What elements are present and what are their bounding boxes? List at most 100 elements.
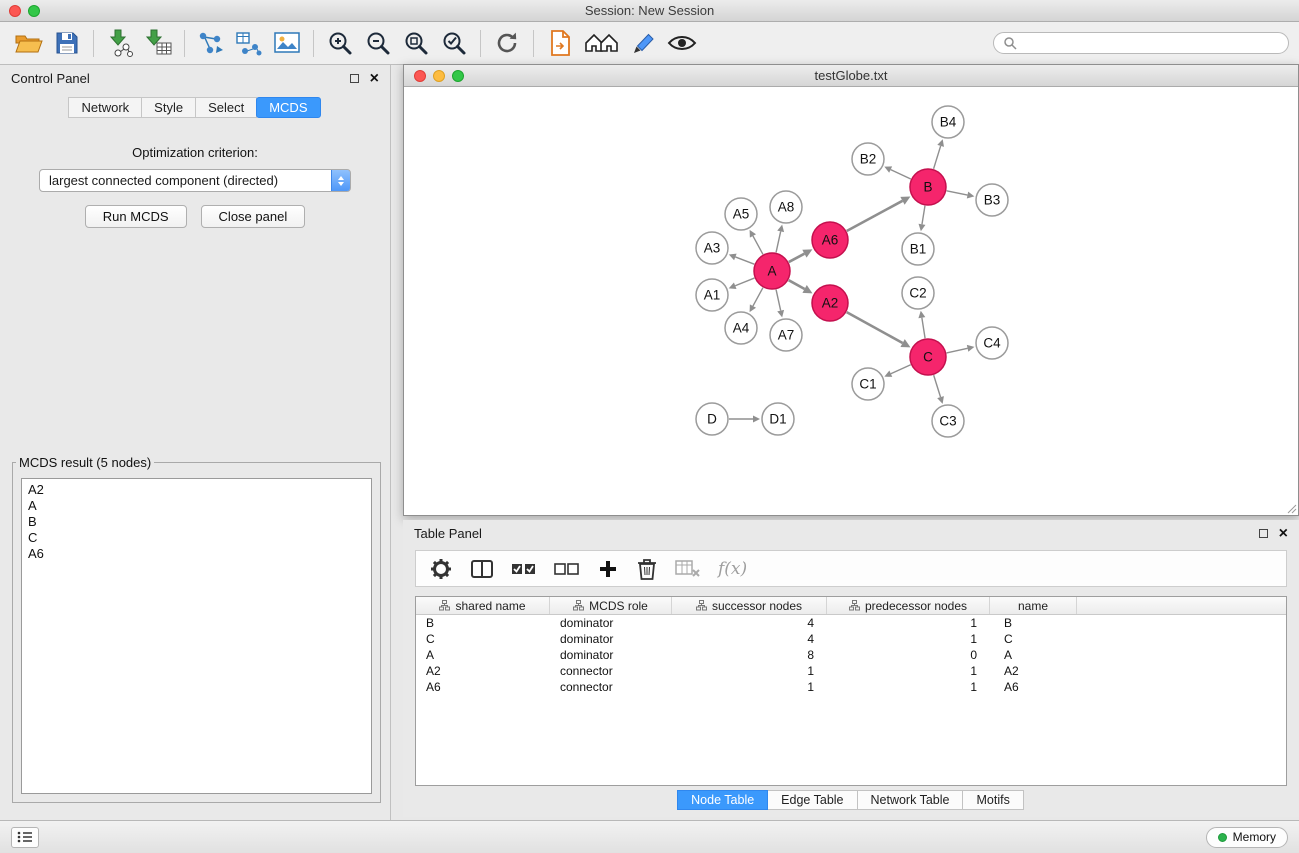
table-cell[interactable]: C xyxy=(416,631,550,647)
deselect-all-columns-button[interactable] xyxy=(554,559,580,579)
tab-node-table[interactable]: Node Table xyxy=(677,790,768,810)
zoom-in-button[interactable] xyxy=(321,26,359,60)
tab-select[interactable]: Select xyxy=(195,97,257,118)
graph-edge-C-C2[interactable] xyxy=(922,318,925,339)
open-session-button[interactable] xyxy=(10,26,48,60)
table-cell[interactable]: A2 xyxy=(990,663,1077,679)
graph-node-B[interactable]: B xyxy=(910,169,946,205)
table-cell[interactable]: dominator xyxy=(550,631,672,647)
graph-node-C2[interactable]: C2 xyxy=(902,277,934,309)
window-titlebar[interactable]: Session: New Session xyxy=(0,0,1299,22)
graph-node-B1[interactable]: B1 xyxy=(902,233,934,265)
network-zoom-button[interactable] xyxy=(452,70,464,82)
graph-node-A[interactable]: A xyxy=(754,253,790,289)
dropdown-stepper-icon[interactable] xyxy=(331,169,351,192)
zoom-out-button[interactable] xyxy=(359,26,397,60)
graph-node-C4[interactable]: C4 xyxy=(976,327,1008,359)
close-panel-icon[interactable]: × xyxy=(370,73,379,85)
graph-node-C1[interactable]: C1 xyxy=(852,368,884,400)
table-cell[interactable]: 4 xyxy=(672,615,827,631)
mcds-result-item[interactable]: A xyxy=(28,498,365,514)
graph-edge-A-A6[interactable] xyxy=(789,254,805,262)
graph-edge-A-A2[interactable] xyxy=(789,280,805,289)
graph-edge-C-C4[interactable] xyxy=(947,348,968,353)
graph-node-A2[interactable]: A2 xyxy=(812,285,848,321)
resize-grip-icon[interactable] xyxy=(1285,502,1297,514)
table-cell[interactable]: A xyxy=(416,647,550,663)
graph-node-B4[interactable]: B4 xyxy=(932,106,964,138)
function-builder-button[interactable]: f(x) xyxy=(718,559,747,579)
network-view-window[interactable]: testGlobe.txt B4B2BB3A5A8A6B1A3AC2A1A2A4… xyxy=(403,64,1299,516)
table-cell[interactable]: connector xyxy=(550,679,672,695)
float-panel-icon[interactable] xyxy=(350,74,359,83)
graph-node-B3[interactable]: B3 xyxy=(976,184,1008,216)
graph-node-A7[interactable]: A7 xyxy=(770,319,802,351)
tab-style[interactable]: Style xyxy=(141,97,196,118)
mcds-result-list[interactable]: A2ABCA6 xyxy=(21,478,372,794)
search-input[interactable] xyxy=(1022,36,1279,51)
graph-node-C[interactable]: C xyxy=(910,339,946,375)
select-all-columns-button[interactable] xyxy=(511,559,537,579)
graph-edge-A-A5[interactable] xyxy=(753,236,763,254)
zoom-window-button[interactable] xyxy=(28,5,40,17)
mcds-result-item[interactable]: B xyxy=(28,514,365,530)
table-cell[interactable]: A2 xyxy=(416,663,550,679)
graph-edge-A-A3[interactable] xyxy=(735,257,754,264)
graph-edge-B-B4[interactable] xyxy=(934,146,941,169)
network-close-button[interactable] xyxy=(414,70,426,82)
graph-edge-A-A8[interactable] xyxy=(776,231,781,252)
delete-column-button[interactable] xyxy=(636,557,658,581)
run-mcds-button[interactable]: Run MCDS xyxy=(85,205,187,228)
tab-network-table[interactable]: Network Table xyxy=(857,790,964,810)
network-graph[interactable]: B4B2BB3A5A8A6B1A3AC2A1A2A4A7C4CC1C3DD1 xyxy=(405,88,1297,514)
delete-table-button[interactable] xyxy=(675,558,701,580)
mcds-result-item[interactable]: A6 xyxy=(28,546,365,562)
home-button[interactable] xyxy=(579,26,625,60)
mcds-result-item[interactable]: C xyxy=(28,530,365,546)
export-table-button[interactable] xyxy=(230,26,268,60)
graph-edge-A6-B[interactable] xyxy=(847,201,903,231)
graph-edge-B-B1[interactable] xyxy=(922,206,925,225)
graph-edge-A2-C[interactable] xyxy=(847,312,903,343)
table-row[interactable]: A2connector11A2 xyxy=(416,663,1286,679)
graph-edge-C-C1[interactable] xyxy=(891,365,911,374)
graph-edge-B-B3[interactable] xyxy=(947,191,968,195)
table-cell[interactable]: 1 xyxy=(827,631,990,647)
graph-node-B2[interactable]: B2 xyxy=(852,143,884,175)
network-minimize-button[interactable] xyxy=(433,70,445,82)
node-table[interactable]: shared name MCDS role successor nodes pr… xyxy=(415,596,1287,786)
graph-node-A5[interactable]: A5 xyxy=(725,198,757,230)
graph-node-A4[interactable]: A4 xyxy=(725,312,757,344)
tab-mcds[interactable]: MCDS xyxy=(256,97,320,118)
table-cell[interactable]: dominator xyxy=(550,647,672,663)
graph-edge-C-C3[interactable] xyxy=(934,375,941,397)
network-window-titlebar[interactable]: testGlobe.txt xyxy=(404,65,1298,87)
save-session-button[interactable] xyxy=(48,26,86,60)
column-header[interactable]: successor nodes xyxy=(672,597,827,614)
column-header[interactable]: predecessor nodes xyxy=(827,597,990,614)
close-window-button[interactable] xyxy=(9,5,21,17)
graph-node-C3[interactable]: C3 xyxy=(932,405,964,437)
graph-edge-A-A1[interactable] xyxy=(735,278,754,286)
export-image-button[interactable] xyxy=(268,26,306,60)
graph-node-A6[interactable]: A6 xyxy=(812,222,848,258)
import-table-button[interactable] xyxy=(139,26,177,60)
column-header[interactable]: shared name xyxy=(416,597,550,614)
import-network-button[interactable] xyxy=(101,26,139,60)
tab-motifs[interactable]: Motifs xyxy=(962,790,1023,810)
table-cell[interactable]: connector xyxy=(550,663,672,679)
table-cell[interactable]: A6 xyxy=(990,679,1077,695)
document-export-button[interactable] xyxy=(541,26,579,60)
graph-node-A3[interactable]: A3 xyxy=(696,232,728,264)
graph-edge-A-A4[interactable] xyxy=(753,288,763,306)
tab-network[interactable]: Network xyxy=(68,97,142,118)
column-header[interactable]: name xyxy=(990,597,1077,614)
optimization-criterion-select[interactable]: largest connected component (directed) xyxy=(39,169,351,192)
table-cell[interactable]: B xyxy=(990,615,1077,631)
table-cell[interactable]: 1 xyxy=(827,663,990,679)
table-cell[interactable]: C xyxy=(990,631,1077,647)
search-field[interactable] xyxy=(993,32,1289,54)
float-panel-icon[interactable] xyxy=(1259,529,1268,538)
table-cell[interactable]: A xyxy=(990,647,1077,663)
table-cell[interactable]: 4 xyxy=(672,631,827,647)
